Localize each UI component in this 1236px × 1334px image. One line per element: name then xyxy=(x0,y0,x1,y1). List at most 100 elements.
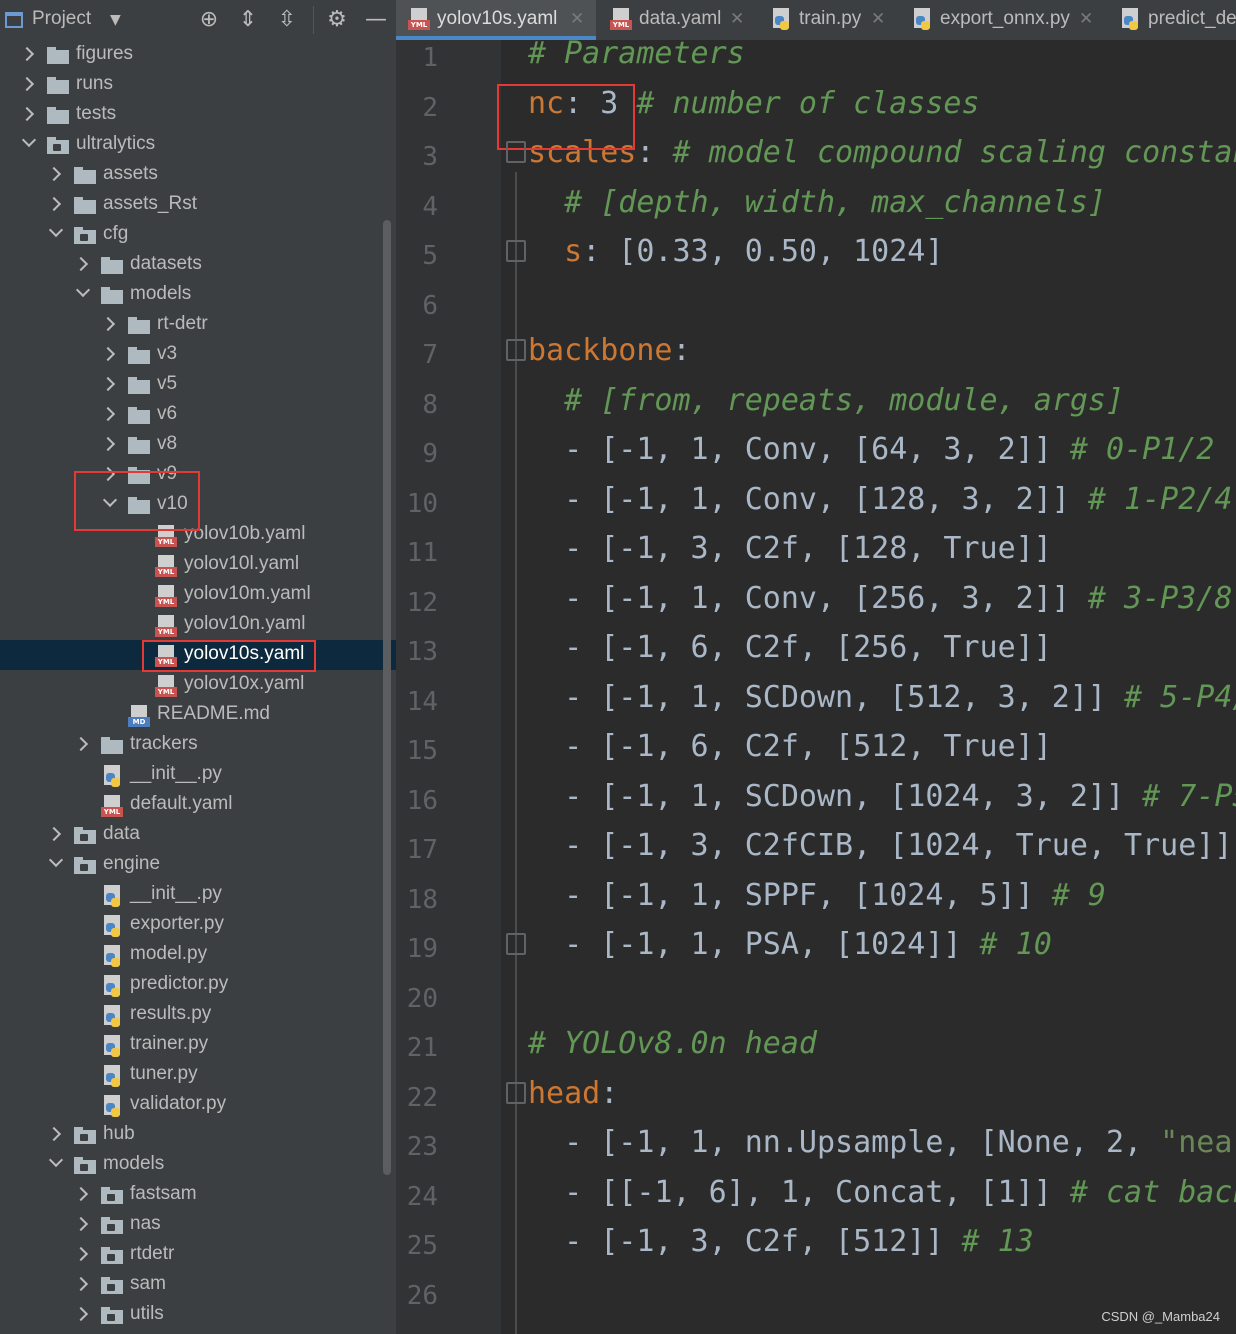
tree-item[interactable]: trackers xyxy=(0,730,396,760)
project-scrollbar[interactable] xyxy=(383,220,391,1175)
tree-item[interactable]: YML yolov10x.yaml xyxy=(0,670,396,700)
editor-tab[interactable]: predict_de xyxy=(1107,0,1236,40)
chevron-right-icon[interactable] xyxy=(46,196,62,212)
tree-item[interactable]: __init__.py xyxy=(0,880,396,910)
code-line: - [-1, 6, C2f, [512, True]] xyxy=(528,722,1052,772)
tree-item[interactable]: data xyxy=(0,820,396,850)
tree-item[interactable]: results.py xyxy=(0,1000,396,1030)
fold-marker-icon[interactable] xyxy=(506,1081,526,1104)
fold-marker-icon[interactable] xyxy=(506,141,526,163)
tree-item[interactable]: YML yolov10n.yaml xyxy=(0,610,396,640)
chevron-right-icon[interactable] xyxy=(73,1276,89,1292)
tree-item[interactable]: assets_Rst xyxy=(0,190,396,220)
close-icon[interactable]: ✕ xyxy=(871,9,885,29)
tree-item[interactable]: hub xyxy=(0,1120,396,1150)
code-token: - [-1, 1, SCDown, [1024, 3, 2]] xyxy=(528,778,1143,814)
editor-tab[interactable]: train.py ✕ xyxy=(758,0,897,40)
chevron-right-icon[interactable] xyxy=(19,46,35,62)
tree-item[interactable]: exporter.py xyxy=(0,910,396,940)
chevron-down-icon[interactable]: ▼ xyxy=(110,12,121,28)
tree-item[interactable]: tuner.py xyxy=(0,1060,396,1090)
tree-item[interactable]: fastsam xyxy=(0,1180,396,1210)
tree-item[interactable]: YML default.yaml xyxy=(0,790,396,820)
tree-item-label: engine xyxy=(103,853,161,874)
package-folder-icon xyxy=(74,1127,96,1144)
tree-item[interactable]: sam xyxy=(0,1270,396,1300)
tree-item[interactable]: nas xyxy=(0,1210,396,1240)
tree-item[interactable]: MD README.md xyxy=(0,700,396,730)
tree-item[interactable]: YML yolov10m.yaml xyxy=(0,580,396,610)
chevron-down-icon[interactable] xyxy=(21,132,37,148)
code-line: - [-1, 1, PSA, [1024]] # 10 xyxy=(528,920,1052,970)
tree-item[interactable]: trainer.py xyxy=(0,1030,396,1060)
tree-item[interactable]: assets xyxy=(0,160,396,190)
tree-item-label: models xyxy=(130,283,192,304)
chevron-right-icon[interactable] xyxy=(73,1246,89,1262)
chevron-right-icon[interactable] xyxy=(46,1126,62,1142)
tree-item[interactable]: tests xyxy=(0,100,396,130)
chevron-right-icon[interactable] xyxy=(46,166,62,182)
close-icon[interactable]: ✕ xyxy=(1079,9,1093,29)
chevron-right-icon[interactable] xyxy=(46,826,62,842)
chevron-right-icon[interactable] xyxy=(100,316,116,332)
chevron-right-icon[interactable] xyxy=(73,736,89,752)
close-icon[interactable]: ✕ xyxy=(730,9,744,29)
chevron-right-icon[interactable] xyxy=(19,106,35,122)
fold-marker-icon[interactable] xyxy=(506,240,526,262)
tree-item[interactable]: predictor.py xyxy=(0,970,396,1000)
editor-tab[interactable]: export_onnx.py ✕ xyxy=(899,0,1105,40)
tree-item-label: figures xyxy=(76,43,134,64)
tree-item[interactable]: __init__.py xyxy=(0,760,396,790)
tree-item[interactable]: figures xyxy=(0,40,396,70)
chevron-down-icon[interactable] xyxy=(48,222,64,238)
tree-item[interactable]: datasets xyxy=(0,250,396,280)
tree-item[interactable]: v5 xyxy=(0,370,396,400)
chevron-right-icon[interactable] xyxy=(73,1306,89,1322)
toolbar-divider xyxy=(313,6,314,34)
hide-panel-icon[interactable]: — xyxy=(362,6,390,34)
project-title[interactable]: Project xyxy=(32,8,91,30)
close-icon[interactable]: ✕ xyxy=(570,9,584,29)
tree-item[interactable]: v8 xyxy=(0,430,396,460)
chevron-down-icon[interactable] xyxy=(75,282,91,298)
chevron-down-icon[interactable] xyxy=(48,852,64,868)
editor-tabs: YML yolov10s.yaml ✕ YML data.yaml ✕ train.py ✕ e… xyxy=(396,0,1236,40)
tree-item[interactable]: models xyxy=(0,280,396,310)
tree-item[interactable]: rt-detr xyxy=(0,310,396,340)
tree-item[interactable]: v6 xyxy=(0,400,396,430)
tree-item[interactable]: v3 xyxy=(0,340,396,370)
chevron-right-icon[interactable] xyxy=(73,1216,89,1232)
tree-item[interactable]: ultralytics xyxy=(0,130,396,160)
tree-item[interactable]: utils xyxy=(0,1300,396,1330)
line-number: 26 xyxy=(406,1280,438,1311)
line-number: 20 xyxy=(406,983,438,1014)
chevron-right-icon[interactable] xyxy=(19,76,35,92)
tree-item[interactable]: validator.py xyxy=(0,1090,396,1120)
chevron-right-icon[interactable] xyxy=(100,406,116,422)
fold-marker-icon[interactable] xyxy=(506,933,526,955)
chevron-right-icon[interactable] xyxy=(100,436,116,452)
expand-all-icon[interactable]: ⇕ xyxy=(234,6,262,34)
chevron-down-icon[interactable] xyxy=(48,1152,64,1168)
tree-item[interactable]: engine xyxy=(0,850,396,880)
tree-item[interactable]: models xyxy=(0,1150,396,1180)
tree-item[interactable]: model.py xyxy=(0,940,396,970)
tree-item[interactable]: runs xyxy=(0,70,396,100)
code-token: # 0-P1/2 xyxy=(1069,432,1215,467)
tree-item[interactable]: cfg xyxy=(0,220,396,250)
locate-file-icon[interactable]: ⊕ xyxy=(195,6,223,34)
chevron-right-icon[interactable] xyxy=(73,256,89,272)
line-number: 3 xyxy=(422,142,438,172)
chevron-right-icon[interactable] xyxy=(100,376,116,392)
tree-item-label: runs xyxy=(76,73,113,94)
code-token: "near xyxy=(1160,1125,1236,1160)
tree-item-label: default.yaml xyxy=(130,793,233,814)
collapse-all-icon[interactable]: ⇳ xyxy=(273,6,301,34)
tree-item[interactable]: YML yolov10l.yaml xyxy=(0,550,396,580)
chevron-right-icon[interactable] xyxy=(73,1186,89,1202)
chevron-right-icon[interactable] xyxy=(100,346,116,362)
tree-item[interactable]: rtdetr xyxy=(0,1240,396,1270)
gear-icon[interactable]: ⚙ xyxy=(323,6,351,34)
code-token: - [-1, 1, nn.Upsample, [None, 2, xyxy=(528,1125,1161,1160)
fold-marker-icon[interactable] xyxy=(506,339,526,361)
